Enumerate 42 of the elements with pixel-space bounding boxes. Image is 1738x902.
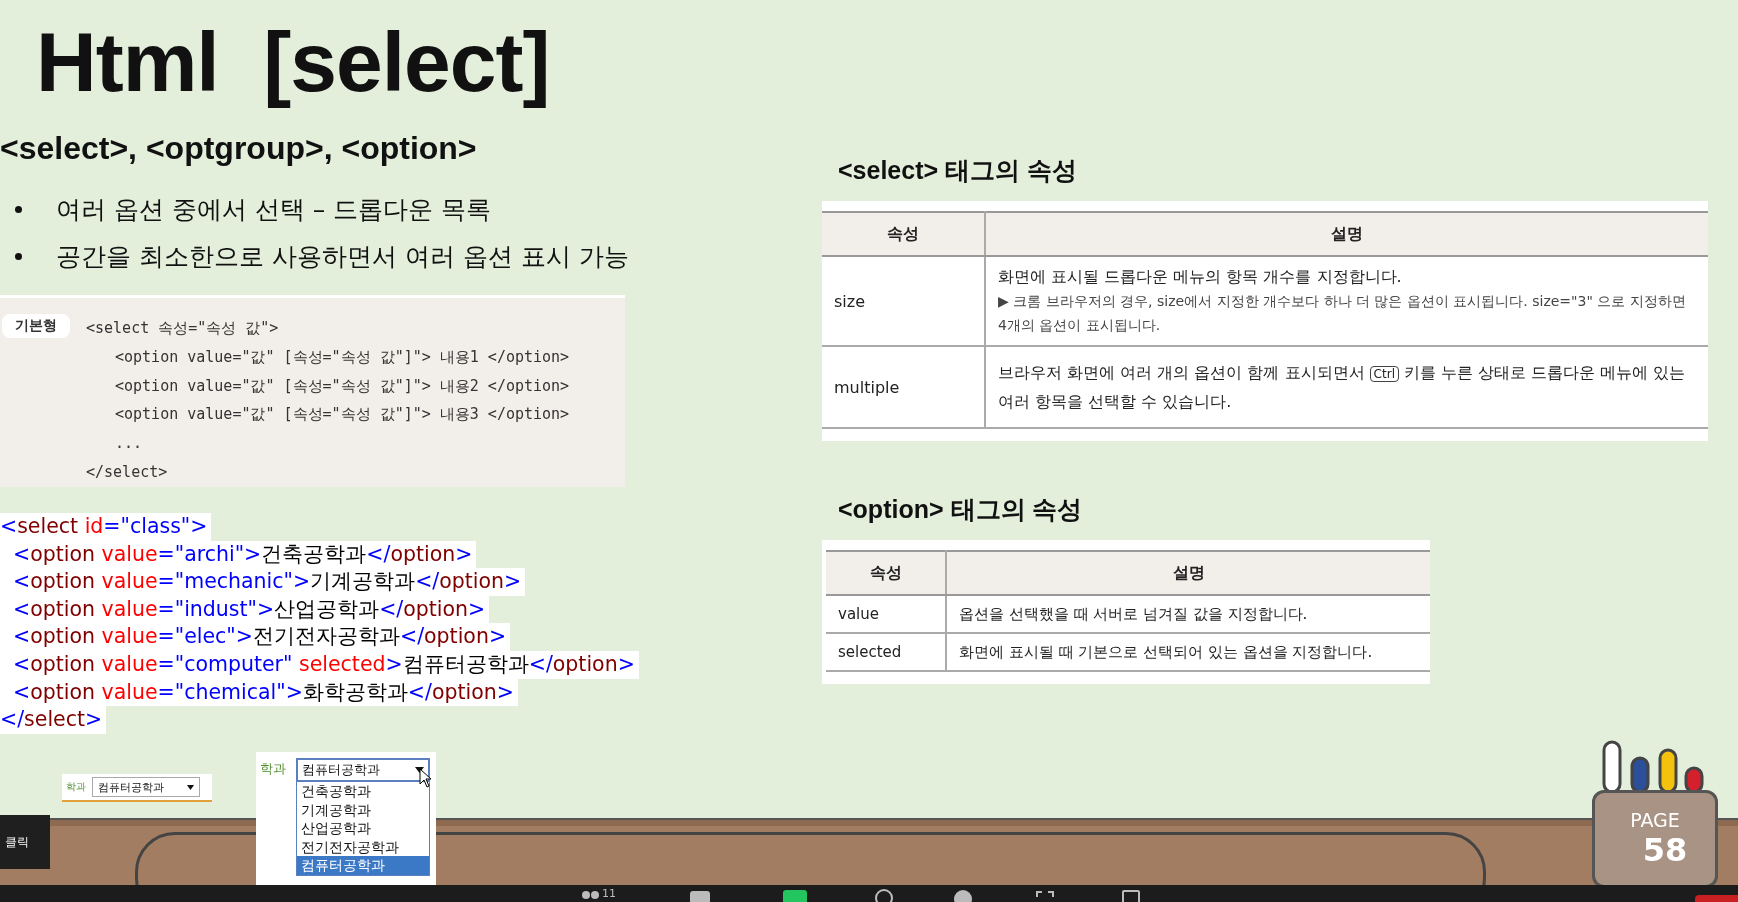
mouse-pointer-icon [419,768,433,788]
dropdown-option: 건축공학과 [297,782,429,801]
page-label: PAGE [1630,809,1680,831]
table-cell-text: 브라우저 화면에 여러 개의 옵션이 함께 표시되면서 Ctrl 키를 누른 상태로 드롭다운 메뉴에 있는 여러 항목을 선택할 수 있습니다. [998,362,1687,413]
code-line: <option value="값" [속성="속성 값"]"> 내용3 </option> [114,404,570,426]
code-line: </select> [86,462,169,483]
table-cell: multiple [834,377,900,397]
table-cell: value [838,605,879,623]
code-line: <select 속성="속성 값"> [86,318,280,339]
page-number: 58 [1642,831,1688,869]
table-note: ▶ 크롬 브라우저의 경우, size에서 지정한 개수보다 하나 더 많은 옵션이 표시됩니다. size="3" 으로 지정하면 4개의 옵션이 표시됩니다. [998,292,1687,335]
bullet-dot-icon [15,253,22,260]
participant-count: 11 [602,887,616,901]
column-header: 설명 [985,212,1708,256]
bullet-text: 공간을 최소한으로 사용하면서 여러 옵션 표시 가능 [56,241,629,273]
bullet-dot-icon [15,206,22,213]
code-line: <option value="값" [속성="속성 값"]"> 내용2 </option> [114,375,570,397]
table-cell-text: 화면에 표시될 드롭다운 메뉴의 항목 개수를 지정합니다. [998,266,1403,288]
section-heading: <option> 태그의 속성 [838,494,1083,525]
code-line: ... [114,433,144,455]
table-cell: 화면에 표시될 때 기본으로 선택되어 있는 옵션을 지정합니다. [959,642,1373,661]
table-cell: size [834,291,866,311]
bullet-text: 여러 옵션 중에서 선택 – 드롭다운 목록 [56,194,492,226]
caption-label: 클릭 [0,815,50,869]
dropdown-option: 전기전자공학과 [297,837,429,856]
column-header: 속성 [826,551,946,595]
column-header: 속성 [822,212,985,256]
caret-icon [187,784,194,790]
dropdown-option: 산업공학과 [297,819,429,838]
section-heading: <select> 태그의 속성 [838,155,1077,186]
table-cell: 옵션을 선택했을 때 서버로 넘겨질 값을 지정합니다. [959,604,1308,623]
dropdown-option: 컴퓨터공학과 [297,856,429,875]
participants-icon[interactable] [582,890,600,900]
field-label: 학과 [66,780,86,794]
code-line: <option value="값" [속성="속성 값"]"> 내용1 </option> [114,346,570,368]
slide-subtitle: <select>, <optgroup>, <option> [0,130,477,167]
key-cap: Ctrl [1369,366,1399,382]
field-label: 학과 [260,760,286,778]
table-cell: selected [838,643,902,661]
column-header: 설명 [946,551,1430,595]
dropdown-option: 기계공학과 [297,800,429,819]
syntax-badge: 기본형 [2,314,70,338]
